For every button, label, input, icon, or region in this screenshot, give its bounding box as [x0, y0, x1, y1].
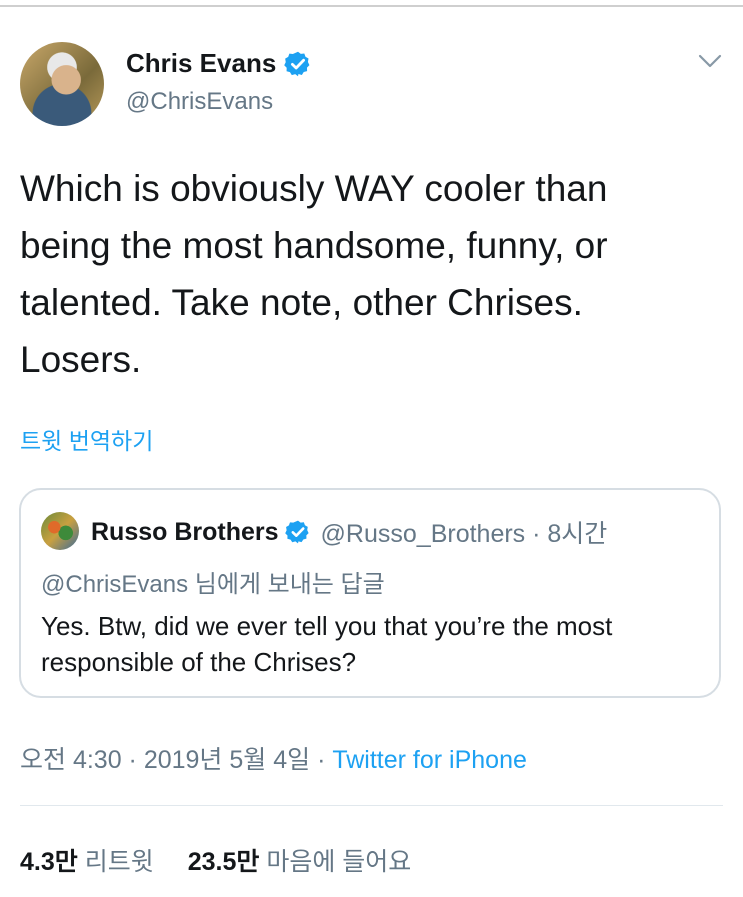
stats-divider — [20, 805, 723, 806]
tweet-meta: 오전 4:30 · 2019년 5월 4일 · Twitter for iPho… — [20, 740, 527, 776]
tweet-source-link[interactable]: Twitter for iPhone — [332, 746, 527, 774]
quoted-tweet-header: Russo Brothers @Russo_Brothers · 8시간 — [91, 514, 607, 550]
quoted-handle-time: @Russo_Brothers · 8시간 — [320, 520, 608, 548]
quoted-author-name: Russo Brothers — [91, 517, 279, 546]
quoted-tweet-card[interactable]: Russo Brothers @Russo_Brothers · 8시간 @Ch… — [19, 488, 721, 698]
author-avatar[interactable] — [20, 42, 104, 126]
chevron-down-icon[interactable] — [697, 52, 723, 70]
tweet-text: Which is obviously WAY cooler than being… — [20, 168, 608, 380]
likes-count: 23.5만 — [187, 848, 260, 876]
translate-tweet-link[interactable]: 트윗 번역하기 — [20, 422, 153, 456]
retweets-label: 리트윗 — [84, 848, 154, 876]
likes-stat[interactable]: 23.5만 마음에 들어요 — [188, 848, 412, 876]
top-divider — [0, 5, 743, 7]
quoted-tweet-text: Yes. Btw, did we ever tell you that you’… — [41, 611, 613, 677]
tweet-timestamp: 오전 4:30 · 2019년 5월 4일 · — [20, 746, 333, 774]
quoted-reply-to: @ChrisEvans 님에게 보내는 답글 — [41, 571, 385, 598]
retweets-stat[interactable]: 4.3만 리트윗 — [20, 848, 154, 876]
likes-label: 마음에 들어요 — [266, 848, 412, 876]
verified-badge-icon — [284, 51, 310, 76]
author-handle[interactable]: @ChrisEvans — [126, 88, 273, 116]
verified-badge-icon — [284, 520, 309, 544]
quoted-author-avatar — [41, 512, 79, 550]
author-name-row[interactable]: Chris Evans — [126, 48, 312, 79]
retweets-count: 4.3만 — [20, 848, 78, 876]
author-name[interactable]: Chris Evans — [126, 48, 276, 79]
tweet-stats: 4.3만 리트윗 23.5만 마음에 들어요 — [20, 842, 411, 878]
